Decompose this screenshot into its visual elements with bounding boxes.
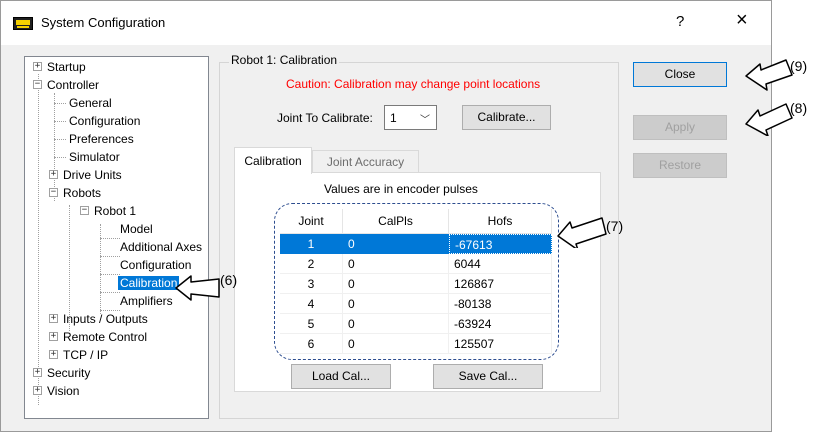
tree-line [54,121,66,122]
tree-line [54,93,55,201]
collapse-icon[interactable]: − [33,80,42,89]
tree-item-label[interactable]: Security [47,366,90,380]
expand-icon[interactable]: + [49,170,58,179]
tree-line [54,139,66,140]
grid-highlight-outline [274,203,559,360]
system-configuration-dialog: System Configuration ? × + Startup − Con… [0,0,772,432]
tree-line [100,256,120,257]
tree-item-label[interactable]: Drive Units [63,168,122,182]
tree-item-label[interactable]: Vision [47,384,79,398]
tree-line [38,74,39,405]
tree-item-label[interactable]: Configuration [120,258,191,272]
tree-item-label[interactable]: Amplifiers [120,294,173,308]
caution-text: Caution: Calibration may change point lo… [286,77,541,91]
tree-item-label[interactable]: Additional Axes [120,240,202,254]
calibrate-button[interactable]: Calibrate... [462,105,551,130]
callout-arrow-9 [745,59,793,91]
tree-item-label[interactable]: Simulator [69,150,120,164]
tree-line [100,274,120,275]
tree-line [54,103,66,104]
collapse-icon[interactable]: − [49,188,58,197]
tree-line [100,292,120,293]
help-button[interactable]: ? [676,13,684,30]
tree-item-label[interactable]: Robot 1 [94,204,136,218]
save-cal-button[interactable]: Save Cal... [433,364,543,389]
tree-line [100,310,120,311]
tree-item-label[interactable]: General [69,96,112,110]
expand-icon[interactable]: + [33,368,42,377]
tree-item-label[interactable]: Remote Control [63,330,147,344]
joint-to-calibrate-label: Joint To Calibrate: [277,111,373,125]
chevron-down-icon: ﹀ [420,115,430,126]
tree-item-label[interactable]: Startup [47,60,86,74]
tree-line [54,157,66,158]
title-bar: System Configuration ? × [1,1,771,45]
tab-calibration[interactable]: Calibration [234,147,312,174]
values-note: Values are in encoder pulses [324,182,478,196]
tree-item-label[interactable]: Preferences [69,132,134,146]
joint-select[interactable]: 1 ﹀ [384,105,437,130]
callout-8: (8) [790,100,808,116]
close-window-icon[interactable]: × [736,10,748,30]
app-icon [13,17,33,30]
callout-7: (7) [606,218,624,234]
configuration-tree[interactable]: + Startup − Controller General Configura… [24,56,209,419]
tree-item-label[interactable]: Controller [47,78,99,92]
expand-icon[interactable]: + [49,314,58,323]
close-button[interactable]: Close [633,62,727,87]
collapse-icon[interactable]: − [80,206,89,215]
callout-arrow-8 [745,103,793,136]
tree-line [100,238,120,239]
callout-arrow-7 [557,217,607,248]
joint-select-value: 1 [390,111,397,125]
callout-arrow-6 [175,275,220,301]
expand-icon[interactable]: + [49,350,58,359]
group-title: Robot 1: Calibration [229,53,340,67]
tree-item-label[interactable]: Configuration [69,114,140,128]
tree-item-label[interactable]: Calibration [118,276,180,290]
callout-9: (9) [790,58,808,74]
load-cal-button[interactable]: Load Cal... [291,364,391,389]
apply-button[interactable]: Apply [633,115,727,140]
restore-button[interactable]: Restore [633,153,727,178]
tree-item-label[interactable]: Model [120,222,153,236]
callout-6: (6) [220,272,238,288]
expand-icon[interactable]: + [33,386,42,395]
tree-item-label[interactable]: Inputs / Outputs [63,312,148,326]
tree-item-label[interactable]: TCP / IP [63,348,108,362]
tab-joint-accuracy[interactable]: Joint Accuracy [312,150,419,173]
expand-icon[interactable]: + [33,62,42,71]
tree-item-label[interactable]: Robots [63,186,101,200]
expand-icon[interactable]: + [49,332,58,341]
window-title: System Configuration [41,15,166,30]
